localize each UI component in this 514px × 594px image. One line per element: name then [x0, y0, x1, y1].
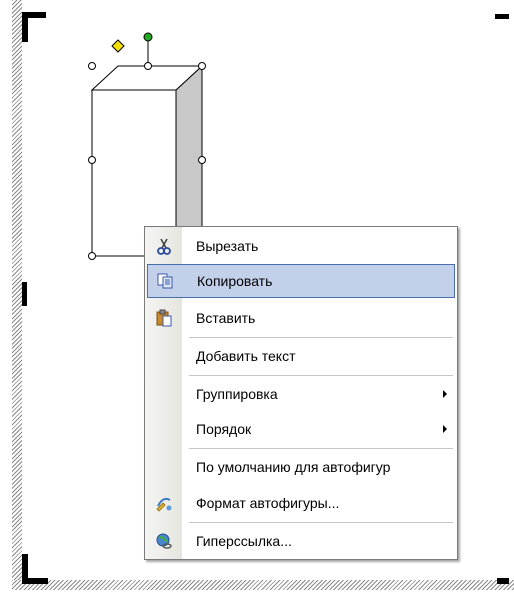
submenu-arrow-icon: [443, 425, 447, 433]
menu-item-cut[interactable]: Вырезать: [147, 229, 455, 263]
copy-icon: [148, 265, 182, 297]
menu-separator: [189, 375, 453, 376]
paste-icon: [147, 301, 181, 335]
menu-item-copy[interactable]: Копировать: [147, 264, 455, 298]
menu-item-label: Формат автофигуры...: [196, 495, 340, 511]
menu-separator: [189, 337, 453, 338]
menu-item-add-text[interactable]: Добавить текст: [147, 339, 455, 373]
context-menu: Вырезать Копировать Вставить Добавить те…: [144, 226, 458, 560]
menu-separator: [189, 448, 453, 449]
format-shape-icon: [147, 486, 181, 520]
adjust-handle: [111, 39, 125, 53]
menu-item-format-autoshape[interactable]: Формат автофигуры...: [147, 486, 455, 520]
resize-handle-bottom-left: [88, 252, 96, 260]
menu-item-label: Добавить текст: [196, 348, 296, 364]
menu-item-label: Порядок: [196, 421, 252, 437]
menu-separator: [189, 522, 453, 523]
menu-item-grouping[interactable]: Группировка: [147, 377, 455, 411]
menu-item-label: По умолчанию для автофигур: [196, 459, 391, 475]
menu-item-order[interactable]: Порядок: [147, 412, 455, 446]
menu-item-label: Вставить: [196, 310, 256, 326]
menu-item-label: Группировка: [196, 386, 278, 402]
resize-handle-top-left: [88, 62, 96, 70]
menu-item-hyperlink[interactable]: Гиперссылка...: [147, 524, 455, 558]
menu-item-label: Гиперссылка...: [196, 533, 292, 549]
menu-item-autoshape-defaults[interactable]: По умолчанию для автофигур: [147, 450, 455, 484]
hyperlink-globe-icon: [147, 524, 181, 558]
resize-handle-top-right: [198, 62, 206, 70]
submenu-arrow-icon: [443, 390, 447, 398]
menu-item-paste[interactable]: Вставить: [147, 301, 455, 335]
menu-item-label: Копировать: [197, 273, 273, 289]
resize-handle-top: [144, 62, 152, 70]
rotation-handle: [143, 32, 153, 42]
resize-handle-right: [198, 156, 206, 164]
resize-handle-left: [88, 156, 96, 164]
scissors-icon: [147, 229, 181, 263]
menu-item-label: Вырезать: [196, 238, 259, 254]
